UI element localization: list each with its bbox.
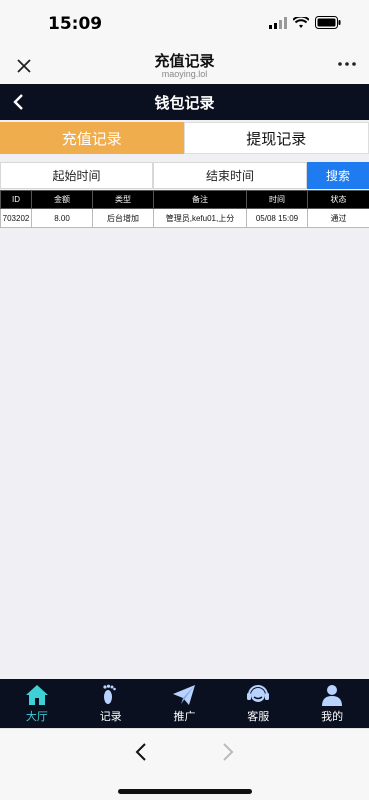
tab-support[interactable]: 客服 — [221, 679, 295, 728]
webview-header: 充值记录 maoying.lol — [0, 46, 369, 84]
table-header-row: ID 金额 类型 备注 时间 状态 — [0, 190, 369, 209]
page-title: 钱包记录 — [154, 94, 215, 112]
table-row: 703202 8.00 后台增加 管理员,kefu01,上分 05/08 15:… — [0, 208, 369, 228]
tab-label: 记录 — [99, 710, 122, 723]
webview-title: 充值记录 — [154, 52, 215, 70]
filter-bar: 起始时间 结束时间 搜索 — [0, 162, 369, 189]
search-button[interactable]: 搜索 — [307, 162, 369, 189]
paper-plane-icon — [173, 685, 196, 705]
cell-amount: 8.00 — [31, 208, 93, 228]
tab-label: 客服 — [247, 710, 270, 723]
records-table: ID 金额 类型 备注 时间 状态 703202 8.00 后台增加 管理员,k… — [0, 190, 369, 228]
footprint-icon — [103, 684, 116, 704]
status-time: 15:09 — [48, 14, 103, 34]
headset-icon — [247, 685, 270, 702]
signal-icon — [269, 16, 287, 29]
cell-status: 通过 — [307, 208, 369, 228]
cell-note: 管理员,kefu01,上分 — [153, 208, 247, 228]
tab-label: 我的 — [321, 710, 344, 723]
home-indicator — [118, 789, 252, 794]
col-time: 时间 — [246, 190, 308, 209]
start-time-field[interactable]: 起始时间 — [0, 162, 153, 189]
cell-time: 05/08 15:09 — [246, 208, 308, 228]
tab-promote[interactable]: 推广 — [148, 679, 222, 728]
wifi-icon — [293, 16, 309, 28]
tab-records[interactable]: 记录 — [74, 679, 148, 728]
status-icons — [269, 16, 341, 29]
app-nav-bar: 钱包记录 — [0, 84, 369, 120]
col-note: 备注 — [153, 190, 247, 209]
browser-forward-icon[interactable] — [219, 741, 237, 763]
record-tabs: 充值记录 提现记录 — [0, 122, 369, 154]
webview-url: maoying.lol — [161, 69, 208, 79]
col-type: 类型 — [92, 190, 154, 209]
status-bar: 15:09 — [0, 0, 369, 46]
cell-id: 703202 — [0, 208, 32, 228]
end-time-field[interactable]: 结束时间 — [153, 162, 307, 189]
tab-withdraw[interactable]: 提现记录 — [183, 122, 369, 154]
col-amount: 金额 — [31, 190, 93, 209]
tab-lobby[interactable]: 大厅 — [0, 679, 74, 728]
tab-label: 推广 — [173, 710, 196, 723]
tab-mine[interactable]: 我的 — [295, 679, 369, 728]
bottom-tab-bar: 大厅 记录 推广 客服 我的 — [0, 679, 369, 728]
col-id: ID — [0, 190, 32, 209]
tab-recharge[interactable]: 充值记录 — [0, 122, 184, 154]
battery-icon — [315, 16, 341, 29]
browser-back-icon[interactable] — [132, 741, 150, 763]
col-status: 状态 — [307, 190, 369, 209]
home-icon — [25, 685, 48, 705]
more-icon[interactable] — [337, 54, 357, 74]
tab-label: 大厅 — [25, 710, 48, 723]
cell-type: 后台增加 — [92, 208, 154, 228]
user-icon — [322, 685, 343, 706]
